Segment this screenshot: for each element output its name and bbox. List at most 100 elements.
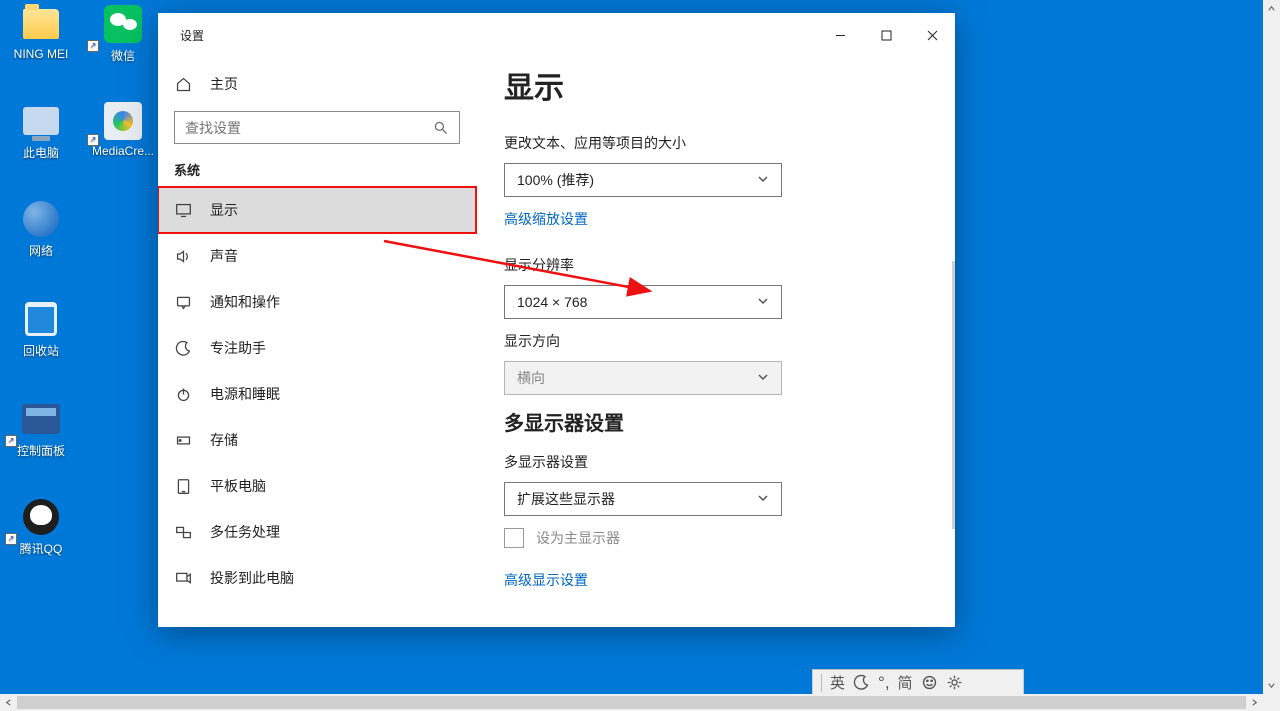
home-label: 主页 bbox=[210, 74, 238, 94]
section-label: 系统 bbox=[158, 154, 476, 187]
scrollbar-corner bbox=[1263, 694, 1280, 711]
desktop-icon-thispc[interactable]: 此电脑 bbox=[3, 100, 79, 161]
sidebar-item-label: 投影到此电脑 bbox=[210, 568, 294, 588]
home-button[interactable]: 主页 bbox=[158, 61, 476, 107]
power-icon bbox=[174, 385, 192, 403]
primary-display-checkbox[interactable]: 设为主显示器 bbox=[504, 528, 955, 548]
qq-icon bbox=[23, 499, 59, 535]
sidebar-item-tablet[interactable]: 平板电脑 bbox=[158, 463, 476, 509]
sidebar: 主页 系统 显示 声音 bbox=[158, 57, 476, 627]
speaker-icon bbox=[174, 247, 192, 265]
scrollbar-thumb[interactable] bbox=[17, 696, 1246, 709]
sidebar-item-power[interactable]: 电源和睡眠 bbox=[158, 371, 476, 417]
advanced-scale-link[interactable]: 高级缩放设置 bbox=[504, 209, 588, 229]
scale-dropdown[interactable]: 100% (推荐) bbox=[504, 163, 782, 197]
control-panel-icon bbox=[22, 404, 60, 434]
shortcut-arrow-icon: ↗ bbox=[5, 435, 17, 447]
settings-window: 设置 主页 系统 bbox=[158, 13, 955, 627]
sidebar-item-notifications[interactable]: 通知和操作 bbox=[158, 279, 476, 325]
resolution-dropdown-value: 1024 × 768 bbox=[517, 294, 587, 310]
multi-display-dropdown-value: 扩展这些显示器 bbox=[517, 489, 615, 509]
sidebar-item-multitask[interactable]: 多任务处理 bbox=[158, 509, 476, 555]
content-scrollbar[interactable] bbox=[952, 261, 955, 529]
home-icon bbox=[174, 75, 192, 93]
ime-lang[interactable]: 英 bbox=[830, 672, 845, 693]
chevron-down-icon bbox=[757, 370, 769, 386]
ime-punct-icon[interactable]: °, bbox=[878, 674, 890, 691]
ime-gear-icon[interactable] bbox=[946, 674, 963, 691]
search-input[interactable] bbox=[174, 111, 460, 144]
scrollbar-track[interactable] bbox=[1263, 17, 1280, 677]
chevron-down-icon bbox=[757, 294, 769, 310]
sidebar-item-projecting[interactable]: 投影到此电脑 bbox=[158, 555, 476, 601]
content-panel: 显示 更改文本、应用等项目的大小 100% (推荐) 高级缩放设置 显示分辨率 … bbox=[476, 57, 955, 627]
folder-icon bbox=[23, 9, 59, 39]
sidebar-item-sound[interactable]: 声音 bbox=[158, 233, 476, 279]
checkbox-icon bbox=[504, 528, 524, 548]
multi-display-group-label: 多显示器设置 bbox=[504, 452, 955, 472]
project-icon bbox=[174, 569, 192, 587]
maximize-button[interactable] bbox=[863, 13, 909, 57]
multi-display-dropdown[interactable]: 扩展这些显示器 bbox=[504, 482, 782, 516]
globe-icon bbox=[23, 201, 59, 237]
page-vertical-scrollbar[interactable] bbox=[1263, 0, 1280, 694]
orientation-dropdown-value: 横向 bbox=[517, 368, 545, 388]
sidebar-item-label: 显示 bbox=[210, 200, 238, 220]
scroll-right-button[interactable] bbox=[1246, 694, 1263, 711]
orientation-group-label: 显示方向 bbox=[504, 331, 955, 351]
primary-checkbox-label: 设为主显示器 bbox=[536, 528, 620, 548]
storage-icon bbox=[174, 431, 192, 449]
advanced-display-link[interactable]: 高级显示设置 bbox=[504, 570, 588, 590]
shortcut-arrow-icon: ↗ bbox=[87, 40, 99, 52]
desktop-icon-label: 回收站 bbox=[3, 342, 79, 359]
search-icon bbox=[433, 120, 449, 136]
desktop-icon-folder[interactable]: NING MEI bbox=[3, 3, 79, 61]
search-field[interactable] bbox=[185, 120, 433, 136]
page-title: 显示 bbox=[504, 63, 955, 107]
scale-group-label: 更改文本、应用等项目的大小 bbox=[504, 133, 955, 153]
sidebar-item-label: 平板电脑 bbox=[210, 476, 266, 496]
monitor-icon bbox=[174, 201, 192, 219]
desktop-icon-wechat[interactable]: ↗ 微信 bbox=[85, 3, 161, 64]
sidebar-item-storage[interactable]: 存储 bbox=[158, 417, 476, 463]
divider bbox=[821, 674, 822, 692]
desktop-icon-network[interactable]: 网络 bbox=[3, 198, 79, 259]
shortcut-arrow-icon: ↗ bbox=[5, 533, 17, 545]
computer-icon bbox=[23, 107, 59, 135]
ime-moon-icon[interactable] bbox=[853, 674, 870, 691]
sidebar-item-label: 电源和睡眠 bbox=[210, 384, 280, 404]
titlebar[interactable]: 设置 bbox=[158, 13, 955, 57]
desktop-icon-label: NING MEI bbox=[3, 47, 79, 61]
ime-bar[interactable]: 英 °, 简 bbox=[812, 669, 1024, 696]
page-horizontal-scrollbar[interactable] bbox=[0, 694, 1263, 711]
wechat-icon bbox=[104, 5, 142, 43]
minimize-button[interactable] bbox=[817, 13, 863, 57]
scroll-up-button[interactable] bbox=[1263, 0, 1280, 17]
sidebar-item-label: 通知和操作 bbox=[210, 292, 280, 312]
close-button[interactable] bbox=[909, 13, 955, 57]
media-disc-icon bbox=[104, 102, 142, 140]
multitask-icon bbox=[174, 523, 192, 541]
tablet-icon bbox=[174, 477, 192, 495]
resolution-dropdown[interactable]: 1024 × 768 bbox=[504, 285, 782, 319]
desktop[interactable]: NING MEI ↗ 微信 此电脑 ↗ MediaCre... 网络 回收站 ↗… bbox=[0, 0, 1280, 711]
scroll-left-button[interactable] bbox=[0, 694, 17, 711]
ime-mode[interactable]: 简 bbox=[898, 672, 913, 693]
desktop-icon-label: 此电脑 bbox=[3, 144, 79, 161]
sidebar-item-display[interactable]: 显示 bbox=[158, 187, 476, 233]
multi-display-heading: 多显示器设置 bbox=[504, 407, 955, 436]
window-title: 设置 bbox=[180, 27, 204, 44]
desktop-icon-label: MediaCre... bbox=[85, 144, 161, 158]
ime-emoji-icon[interactable] bbox=[921, 674, 938, 691]
desktop-icon-controlpanel[interactable]: ↗ 控制面板 bbox=[3, 398, 79, 459]
desktop-icon-recyclebin[interactable]: 回收站 bbox=[3, 298, 79, 359]
desktop-icon-mediacreation[interactable]: ↗ MediaCre... bbox=[85, 100, 161, 158]
desktop-icon-label: 网络 bbox=[3, 242, 79, 259]
sidebar-item-focus[interactable]: 专注助手 bbox=[158, 325, 476, 371]
scroll-down-button[interactable] bbox=[1263, 677, 1280, 694]
notification-icon bbox=[174, 293, 192, 311]
sidebar-item-label: 存储 bbox=[210, 430, 238, 450]
chevron-down-icon bbox=[757, 172, 769, 188]
desktop-icon-qq[interactable]: ↗ 腾讯QQ bbox=[3, 496, 79, 557]
recycle-bin-icon bbox=[25, 302, 57, 336]
